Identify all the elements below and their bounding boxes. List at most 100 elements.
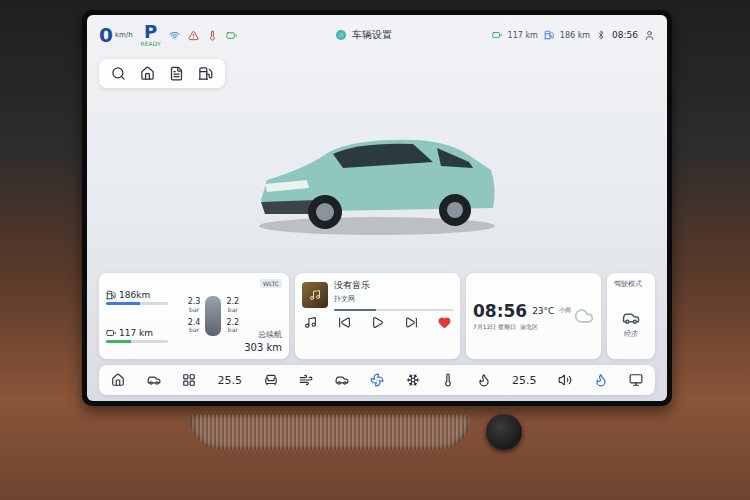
battery-bar xyxy=(106,340,168,343)
car-top-icon xyxy=(205,296,221,336)
gear-letter: P xyxy=(144,23,157,41)
dock-button[interactable] xyxy=(335,373,349,387)
fuel-bar-fill xyxy=(106,302,140,305)
electric-range-text: 117 km xyxy=(119,328,153,338)
dock-icon xyxy=(477,373,491,387)
dock-button[interactable] xyxy=(406,373,420,387)
infotainment-screen: 0km/h PREADY 车辆设置 117 km186 km08:56 186km 117… xyxy=(82,10,672,406)
media-title: 没有音乐 xyxy=(334,279,453,292)
dock-icon xyxy=(370,373,384,387)
fuel-range-text: 186km xyxy=(119,290,150,300)
range-card[interactable]: 186km 117 km 2.3bar 2.2bar 2.4bar 2.2bar WLTC 总… xyxy=(99,273,289,359)
temperature-warning-icon xyxy=(207,30,218,41)
media-progress-fill xyxy=(334,309,376,311)
car-interior: 0km/h PREADY 车辆设置 117 km186 km08:56 186km 117… xyxy=(0,0,750,500)
next-icon[interactable] xyxy=(405,316,418,329)
temperature: 23°C xyxy=(532,306,554,316)
quick-actions xyxy=(99,59,225,88)
cycle-badge: WLTC xyxy=(260,279,282,288)
play-icon[interactable] xyxy=(371,316,384,329)
page-title: 车辆设置 xyxy=(336,28,392,42)
range-list: 186km 117 km xyxy=(106,279,183,353)
dock-icon xyxy=(147,373,161,387)
location: 渝北区 xyxy=(520,323,538,332)
search-icon xyxy=(111,66,126,81)
clock: 08:56 xyxy=(612,30,638,40)
dock-button[interactable] xyxy=(370,373,384,387)
drive-status: 0km/h PREADY xyxy=(99,23,237,47)
weather-time: 08:56 xyxy=(473,301,527,321)
title-dot-icon xyxy=(336,30,346,40)
vehicle-area xyxy=(99,55,655,267)
favorite-icon[interactable] xyxy=(438,316,451,329)
dock-icon xyxy=(629,373,643,387)
lyrics-icon[interactable] xyxy=(304,316,317,329)
dock-icon xyxy=(182,373,196,387)
speedometer: 0km/h xyxy=(99,23,133,47)
electric-range-row: 117 km xyxy=(106,328,183,343)
status-right: 117 km186 km08:56 xyxy=(492,30,655,41)
speed-unit: km/h xyxy=(115,31,133,39)
home-icon xyxy=(140,66,155,81)
gear: PREADY xyxy=(141,23,161,47)
dock-button[interactable] xyxy=(594,373,608,387)
widget-cards: 186km 117 km 2.3bar 2.2bar 2.4bar 2.2bar WLTC 总… xyxy=(99,273,655,359)
dock-icon xyxy=(594,373,608,387)
control-knob[interactable] xyxy=(486,414,522,450)
dock-button[interactable] xyxy=(299,373,313,387)
dock-icon xyxy=(111,373,125,387)
dock-button[interactable] xyxy=(441,373,455,387)
status-bar: 0km/h PREADY 车辆设置 117 km186 km08:56 xyxy=(99,21,655,49)
dock-icon xyxy=(441,373,455,387)
tire-pressure: 2.3bar 2.2bar 2.4bar 2.2bar xyxy=(188,279,239,353)
temperature-setting[interactable]: 25.5 xyxy=(218,374,243,387)
display: 0km/h PREADY 车辆设置 117 km186 km08:56 186km 117… xyxy=(87,15,667,401)
battery-bar-fill xyxy=(106,340,131,343)
document-button[interactable] xyxy=(169,66,184,81)
electric-range: 117 km xyxy=(508,31,538,40)
media-controls xyxy=(302,316,453,329)
vehicle-stage xyxy=(99,88,655,267)
fuel-door-icon xyxy=(198,66,213,81)
dock-button[interactable] xyxy=(147,373,161,387)
fuel-range-row: 186km xyxy=(106,290,183,305)
tire-value: 2.2bar xyxy=(226,319,239,334)
music-icon xyxy=(309,289,321,301)
home-button[interactable] xyxy=(140,66,155,81)
dock-button[interactable] xyxy=(558,373,572,387)
tire-value: 2.2bar xyxy=(226,298,239,313)
fuel-icon xyxy=(544,30,554,40)
dock-icon xyxy=(264,373,278,387)
dock-button[interactable] xyxy=(264,373,278,387)
media-card[interactable]: 没有音乐扑文网 xyxy=(295,273,460,359)
tire-value: 2.4bar xyxy=(188,319,201,334)
fuel-button[interactable] xyxy=(198,66,213,81)
battery-status-icon xyxy=(226,30,237,41)
album-art xyxy=(302,282,328,308)
media-progress[interactable] xyxy=(334,309,453,311)
bluetooth-icon xyxy=(596,30,606,40)
weather-card[interactable]: 08:5623°C小雨7月12日 星期日渝北区 xyxy=(466,273,601,359)
center-console xyxy=(190,414,750,450)
total-label: 总续航 xyxy=(258,329,282,340)
ready-label: READY xyxy=(141,41,161,47)
search-button[interactable] xyxy=(111,66,126,81)
dock-icon xyxy=(558,373,572,387)
previous-icon[interactable] xyxy=(338,316,351,329)
dock-button[interactable] xyxy=(111,373,125,387)
tire-value: 2.3bar xyxy=(188,298,201,313)
dock: 25.5 25.5 xyxy=(99,365,655,395)
user-icon[interactable] xyxy=(644,30,655,41)
temperature-setting[interactable]: 25.5 xyxy=(512,374,537,387)
fuel-bar xyxy=(106,302,168,305)
dock-button[interactable] xyxy=(629,373,643,387)
fuel-gauge-icon xyxy=(106,290,116,300)
drive-mode-card[interactable]: 驾驶模式经济 xyxy=(607,273,655,359)
dock-button[interactable] xyxy=(182,373,196,387)
warning-icon xyxy=(188,30,199,41)
drive-mode-title: 驾驶模式 xyxy=(614,279,648,289)
dock-button[interactable] xyxy=(477,373,491,387)
speed: 0 xyxy=(99,23,113,47)
signal-icon xyxy=(169,30,180,41)
dock-icon xyxy=(335,373,349,387)
